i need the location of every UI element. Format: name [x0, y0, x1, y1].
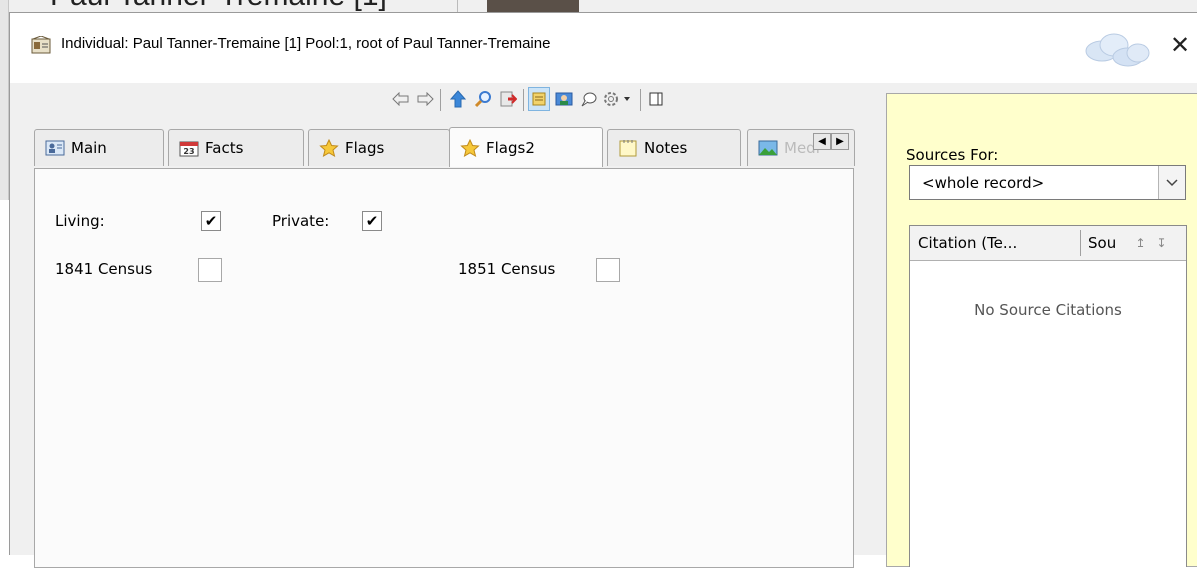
tab-notes-label: Notes [644, 139, 688, 157]
checkmark-icon: ✔ [365, 211, 379, 230]
private-label: Private: [272, 212, 330, 230]
individual-dialog: Individual: Paul Tanner-Tremaine [1] Poo… [9, 12, 1197, 568]
tab-scroll-buttons: ◀ ▶ [813, 133, 853, 151]
tab-main[interactable]: Main [34, 129, 164, 166]
toolbar-separator [440, 89, 441, 111]
back-arrow-icon[interactable] [390, 87, 412, 111]
tab-notes[interactable]: Notes [607, 129, 741, 166]
toolbar-separator [640, 89, 641, 111]
sources-for-label: Sources For: [906, 146, 999, 164]
toolbar-separator [523, 89, 524, 111]
living-label: Living: [55, 212, 105, 230]
sources-for-select[interactable]: <whole record> [909, 165, 1186, 200]
empty-citations-text: No Source Citations [974, 301, 1122, 319]
close-button[interactable]: ✕ [1170, 27, 1197, 63]
tab-scroll-left-button[interactable]: ◀ [813, 133, 831, 150]
move-down-icon[interactable]: ↧ [1153, 232, 1170, 254]
move-up-icon[interactable]: ↥ [1132, 232, 1149, 254]
comment-icon[interactable] [578, 87, 600, 111]
tab-flags-label: Flags [345, 139, 385, 157]
star-icon [460, 138, 480, 157]
census-1841-checkbox[interactable] [198, 258, 222, 282]
star-icon [319, 139, 339, 157]
svg-text:23: 23 [183, 147, 194, 156]
settings-gear-icon[interactable] [601, 87, 635, 111]
tab-scroll-right-button[interactable]: ▶ [831, 133, 849, 150]
census-1851-checkbox[interactable] [596, 258, 620, 282]
tab-flags2-label: Flags2 [486, 138, 535, 157]
panel-toggle-icon[interactable] [645, 87, 667, 111]
note-icon [619, 140, 637, 157]
search-icon[interactable] [472, 87, 494, 111]
checkmark-icon: ✔ [204, 211, 218, 230]
cloud-icon[interactable] [1078, 27, 1158, 69]
column-citation[interactable]: Citation (Te... [918, 234, 1017, 252]
calendar-icon: 23 [179, 141, 199, 157]
background-photo [487, 0, 579, 12]
dialog-title: Individual: Paul Tanner-Tremaine [1] Poo… [61, 35, 551, 52]
sources-for-value: <whole record> [922, 174, 1045, 192]
column-source[interactable]: Sou [1088, 234, 1128, 252]
tab-facts-label: Facts [205, 139, 244, 157]
chevron-down-icon[interactable] [1158, 166, 1185, 199]
individual-record-icon [31, 36, 51, 54]
background-separator [457, 0, 458, 12]
tab-flags2[interactable]: Flags2 [449, 127, 603, 167]
picture-icon [758, 140, 778, 156]
column-divider[interactable] [1080, 230, 1081, 256]
tab-flags[interactable]: Flags [308, 129, 450, 166]
tab-main-label: Main [71, 139, 107, 157]
person-card-icon [45, 140, 65, 156]
flags2-panel: Living: ✔ Private: ✔ 1841 Census 1851 Ce… [34, 168, 854, 568]
scroll-icon[interactable] [528, 87, 550, 111]
census-1851-label: 1851 Census [458, 260, 556, 278]
forward-arrow-icon[interactable] [414, 87, 436, 111]
title-bar[interactable]: Individual: Paul Tanner-Tremaine [1] Poo… [10, 13, 1197, 83]
background-window-border [0, 0, 9, 200]
exit-icon[interactable] [497, 87, 519, 111]
up-arrow-icon[interactable] [447, 87, 469, 111]
citations-header: Citation (Te... Sou ↥ ↧ [910, 226, 1186, 261]
citations-table: Citation (Te... Sou ↥ ↧ No Source Citati… [909, 225, 1187, 567]
person-view-icon[interactable] [553, 87, 575, 111]
living-checkbox[interactable]: ✔ [201, 211, 221, 231]
private-checkbox[interactable]: ✔ [362, 211, 382, 231]
tab-facts[interactable]: 23 Facts [168, 129, 304, 166]
census-1841-label: 1841 Census [55, 260, 153, 278]
